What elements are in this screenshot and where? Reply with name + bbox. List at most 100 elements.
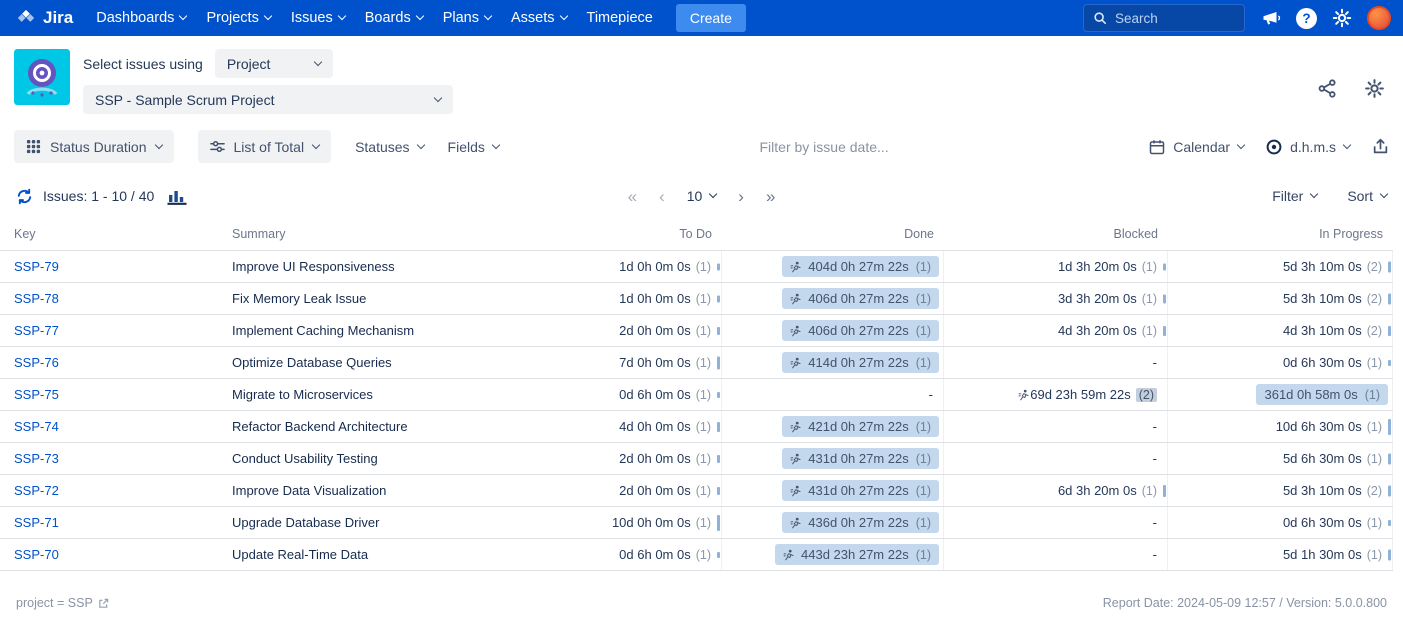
issue-key-link[interactable]: SSP-72 [14,483,59,498]
issue-date-filter[interactable]: Filter by issue date... [760,139,889,155]
time-format-select[interactable]: d.h.m.s [1266,139,1350,155]
issue-key-link[interactable]: SSP-74 [14,419,59,434]
table-row: SSP-70Update Real-Time Data0d 6h 0m 0s(1… [0,539,1393,571]
issue-key-cell: SSP-73 [0,443,222,474]
settings-gear-icon[interactable] [1332,8,1352,28]
nav-item-label: Plans [443,10,479,26]
issue-count: (1) [696,356,711,370]
column-header-key[interactable]: Key [0,219,222,250]
duration-bar [1388,549,1391,560]
refresh-icon[interactable] [16,188,33,205]
user-avatar[interactable] [1367,6,1391,30]
chart-view-icon[interactable] [166,187,188,205]
column-header-done[interactable]: Done [722,219,944,250]
issue-count: (1) [1142,292,1157,306]
filter-label: Filter [1272,188,1303,204]
duration-bar [1388,520,1391,526]
page-size-value: 10 [687,188,703,204]
done-cell: 431d 0h 27m 22s(1) [722,475,944,506]
statuses-select[interactable]: Statuses [355,139,423,155]
nav-item-assets[interactable]: Assets [502,3,576,33]
last-page-button[interactable]: » [766,188,775,205]
todo-cell: 2d 0h 0m 0s(1) [500,475,722,506]
chevron-down-icon [312,140,320,148]
next-page-button[interactable]: › [738,188,744,205]
duration-value: 1d 3h 20m 0s [1058,259,1137,274]
todo-cell: 4d 0h 0m 0s(1) [500,411,722,442]
issue-key-link[interactable]: SSP-70 [14,547,59,562]
select-issues-label: Select issues using [83,56,203,72]
duration-value: 0d 6h 0m 0s [619,387,691,402]
jira-logo[interactable]: Jira [16,8,73,28]
issue-key-link[interactable]: SSP-71 [14,515,59,530]
fields-select[interactable]: Fields [448,139,499,155]
issue-summary: Optimize Database Queries [222,347,500,378]
inprogress-cell: 5d 3h 10m 0s(2) [1168,475,1393,506]
first-page-button[interactable]: « [628,188,637,205]
prev-page-button[interactable]: ‹ [659,188,665,205]
chevron-down-icon [709,190,717,198]
nav-item-timepiece[interactable]: Timepiece [578,3,662,33]
project-select[interactable]: SSP - Sample Scrum Project [83,85,453,114]
calendar-select[interactable]: Calendar [1149,139,1244,155]
done-cell: 406d 0h 27m 22s(1) [722,283,944,314]
empty-duration: - [1153,547,1157,562]
grid-icon [26,139,41,154]
export-icon[interactable] [1372,138,1389,155]
column-header-todo[interactable]: To Do [500,219,722,250]
help-icon[interactable]: ? [1296,8,1317,29]
todo-cell: 1d 0h 0m 0s(1) [500,251,722,282]
page-settings-gear-icon[interactable] [1364,78,1385,99]
sort-select[interactable]: Sort [1347,188,1387,204]
chevron-down-icon [559,12,567,20]
create-button[interactable]: Create [676,4,746,32]
project-filter-link[interactable]: project = SSP [16,596,109,610]
issue-summary: Implement Caching Mechanism [222,315,500,346]
issue-key-link[interactable]: SSP-78 [14,291,59,306]
view-type-select[interactable]: List of Total [198,130,332,163]
issue-count: (1) [696,292,711,306]
todo-cell: 2d 0h 0m 0s(1) [500,315,722,346]
column-header-summary[interactable]: Summary [222,219,500,250]
issue-source-select[interactable]: Project [215,49,333,78]
duration-bar [717,455,720,463]
search-input[interactable] [1115,11,1227,26]
duration-value: 4d 3h 20m 0s [1058,323,1137,338]
inprogress-cell: 10d 6h 30m 0s(1) [1168,411,1393,442]
runner-icon [790,421,802,433]
nav-item-plans[interactable]: Plans [434,3,500,33]
toolbar-right: Calendar d.h.m.s [1149,138,1389,155]
duration-bar [1163,294,1166,303]
issue-count: (1) [696,420,711,434]
issue-key-cell: SSP-79 [0,251,222,282]
nav-item-label: Projects [206,10,258,26]
question-mark-icon: ? [1296,8,1317,29]
duration-value: 5d 6h 30m 0s [1283,451,1362,466]
share-icon[interactable] [1317,78,1338,99]
column-header-inprogress[interactable]: In Progress [1168,219,1393,250]
issue-key-link[interactable]: SSP-77 [14,323,59,338]
nav-item-dashboards[interactable]: Dashboards [87,3,195,33]
todo-cell: 2d 0h 0m 0s(1) [500,443,722,474]
nav-item-projects[interactable]: Projects [197,3,279,33]
nav-item-boards[interactable]: Boards [356,3,432,33]
issue-key-link[interactable]: SSP-76 [14,355,59,370]
runner-icon [790,293,802,305]
duration-badge: 406d 0h 27m 22s(1) [782,320,939,341]
issue-key-link[interactable]: SSP-73 [14,451,59,466]
search-box[interactable] [1083,4,1245,32]
nav-item-issues[interactable]: Issues [282,3,354,33]
feedback-megaphone-icon[interactable] [1261,8,1281,28]
filter-select[interactable]: Filter [1272,188,1317,204]
duration-value: 436d 0h 27m 22s [808,515,908,530]
page-size-select[interactable]: 10 [687,188,717,204]
column-header-blocked[interactable]: Blocked [944,219,1168,250]
statuses-label: Statuses [355,139,409,155]
todo-cell: 7d 0h 0m 0s(1) [500,347,722,378]
issue-count: (1) [1367,420,1382,434]
issue-key-link[interactable]: SSP-75 [14,387,59,402]
issue-count: (1) [1142,484,1157,498]
report-type-select[interactable]: Status Duration [14,130,174,163]
calendar-icon [1149,139,1165,155]
issue-key-link[interactable]: SSP-79 [14,259,59,274]
